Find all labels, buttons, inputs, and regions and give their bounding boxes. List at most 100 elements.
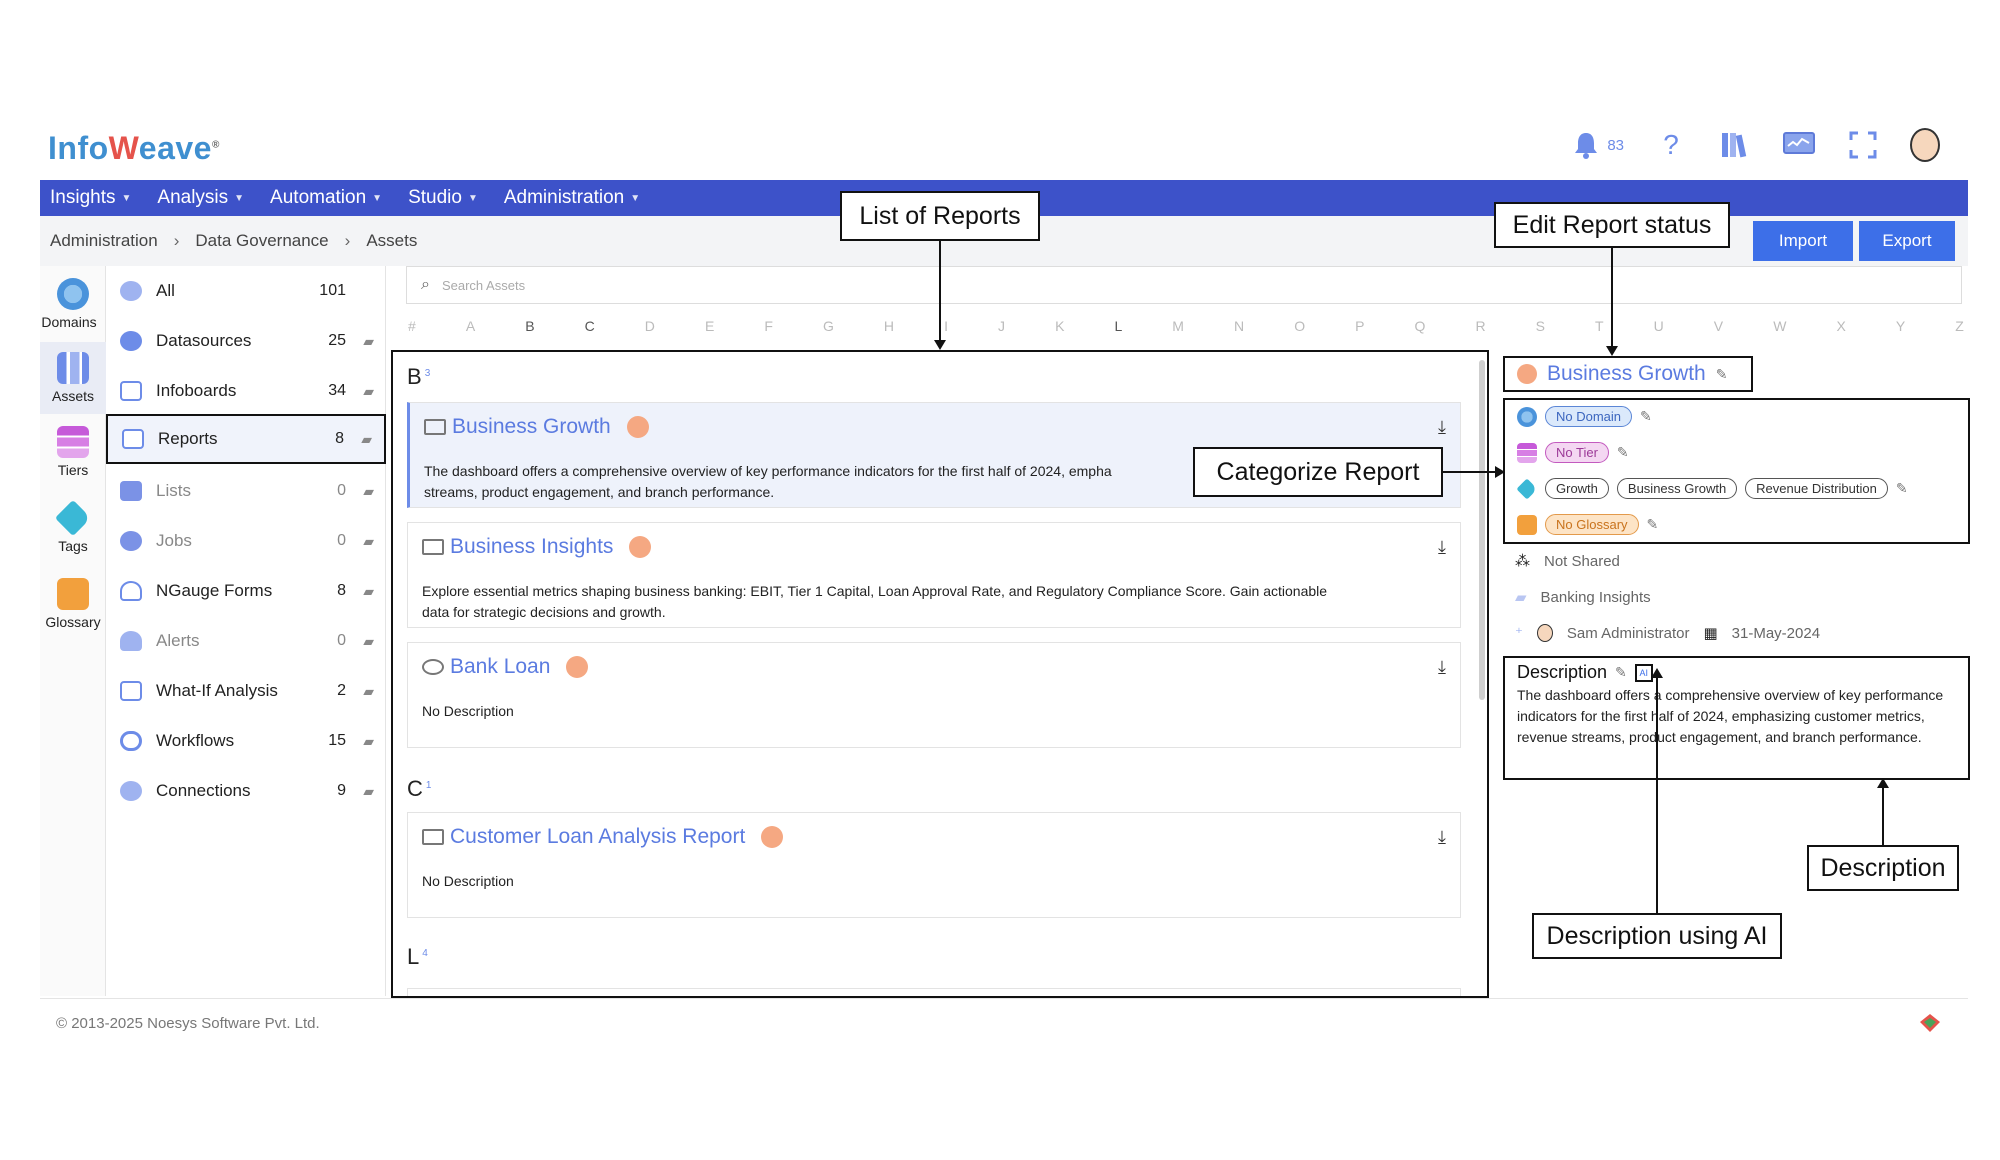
alphabet-letter[interactable]: J	[998, 318, 1005, 334]
report-card[interactable]	[407, 988, 1461, 996]
user-avatar[interactable]	[1910, 128, 1940, 162]
category-ngauge-forms[interactable]: NGauge Forms 8 ▰	[106, 566, 386, 616]
rail-domains[interactable]: Domains	[40, 278, 106, 342]
search-assets-input[interactable]: ⌕ Search Assets	[406, 266, 1962, 304]
alphabet-letter[interactable]: K	[1055, 318, 1064, 334]
alphabet-letter[interactable]: Q	[1415, 318, 1426, 334]
alphabet-letter[interactable]: V	[1714, 318, 1723, 334]
menu-analysis[interactable]: Analysis ▼	[157, 187, 244, 209]
category-jobs[interactable]: Jobs 0 ▰	[106, 516, 386, 566]
report-title[interactable]: Customer Loan Analysis Report	[450, 825, 745, 849]
report-title[interactable]: Business Insights	[450, 535, 613, 559]
alphabet-letter[interactable]: N	[1234, 318, 1244, 334]
report-title[interactable]: Bank Loan	[450, 655, 550, 679]
category-workflows[interactable]: Workflows 15 ▰	[106, 716, 386, 766]
alphabet-letter[interactable]: M	[1172, 318, 1184, 334]
folder-icon[interactable]: ▰	[363, 633, 374, 650]
folder-icon[interactable]: ▰	[363, 683, 374, 700]
category-connections[interactable]: Connections 9 ▰	[106, 766, 386, 816]
export-button[interactable]: Export	[1859, 221, 1955, 261]
report-title-row: Business Insights	[422, 535, 652, 559]
menu-insights[interactable]: Insights ▼	[50, 187, 131, 209]
notifications-button[interactable]: 83	[1569, 128, 1624, 162]
library-icon[interactable]	[1718, 128, 1752, 162]
breadcrumb-administration[interactable]: Administration	[50, 231, 158, 251]
folder-icon[interactable]: ▰	[363, 783, 374, 800]
alphabet-letter[interactable]: O	[1294, 318, 1305, 334]
category-datasources[interactable]: Datasources 25 ▰	[106, 316, 386, 366]
rail-assets[interactable]: Assets	[40, 342, 106, 414]
edit-pencil-icon[interactable]: ✎	[1896, 480, 1908, 497]
alphabet-letter[interactable]: D	[645, 318, 655, 334]
folder-icon[interactable]: ▰	[363, 333, 374, 350]
report-title-row: Customer Loan Analysis Report	[422, 825, 784, 849]
alphabet-letter[interactable]: I	[944, 318, 948, 334]
folder-icon[interactable]: ▰	[363, 733, 374, 750]
alphabet-letter[interactable]: H	[884, 318, 894, 334]
folder-icon[interactable]: ▰	[361, 431, 372, 448]
tag-chip[interactable]: Growth	[1545, 478, 1609, 499]
alphabet-letter[interactable]: S	[1536, 318, 1545, 334]
alphabet-letter[interactable]: C	[585, 318, 595, 334]
download-icon[interactable]: ⤓	[1438, 657, 1446, 678]
report-card[interactable]: Bank Loan ⤓ No Description	[407, 642, 1461, 748]
alphabet-letter[interactable]: Z	[1955, 318, 1964, 334]
list-scrollbar[interactable]	[1479, 360, 1485, 700]
folder-icon[interactable]: ▰	[363, 483, 374, 500]
alphabet-letter[interactable]: W	[1773, 318, 1786, 334]
alphabet-letter[interactable]: G	[823, 318, 834, 334]
search-icon: ⌕	[421, 276, 430, 293]
breadcrumb-data-governance[interactable]: Data Governance	[195, 231, 328, 251]
download-icon[interactable]: ⤓	[1438, 827, 1446, 848]
alphabet-letter[interactable]: Y	[1896, 318, 1905, 334]
rail-tiers[interactable]: Tiers	[40, 426, 106, 490]
app-logo[interactable]: InfoWeave®	[48, 130, 220, 167]
category-what-if-analysis[interactable]: What-If Analysis 2 ▰	[106, 666, 386, 716]
status-dot-icon[interactable]	[1517, 364, 1537, 384]
tag-chip[interactable]: Business Growth	[1616, 478, 1738, 499]
tag-chip[interactable]: Revenue Distribution	[1745, 478, 1888, 499]
edit-pencil-icon[interactable]: ✎	[1640, 408, 1652, 425]
fullscreen-icon[interactable]	[1846, 128, 1880, 162]
alphabet-letter[interactable]: P	[1355, 318, 1364, 334]
alphabet-letter[interactable]: F	[764, 318, 773, 334]
category-lists[interactable]: Lists 0 ▰	[106, 466, 386, 516]
category-all[interactable]: All 101	[106, 266, 386, 316]
alphabet-letter[interactable]: R	[1475, 318, 1485, 334]
help-icon[interactable]: ?	[1654, 128, 1688, 162]
edit-pencil-icon[interactable]: ✎	[1716, 366, 1728, 383]
menu-administration[interactable]: Administration ▼	[504, 187, 640, 209]
glossary-tag[interactable]: No Glossary	[1545, 514, 1639, 535]
rail-glossary[interactable]: Glossary	[40, 578, 106, 642]
edit-pencil-icon[interactable]: ✎	[1617, 444, 1629, 461]
category-infoboards[interactable]: Infoboards 34 ▰	[106, 366, 386, 416]
monitor-icon[interactable]	[1782, 128, 1816, 162]
folder-icon[interactable]: ▰	[363, 383, 374, 400]
alphabet-letter[interactable]: L	[1114, 318, 1122, 334]
report-card[interactable]: Business Insights ⤓ Explore essential me…	[407, 522, 1461, 628]
edit-pencil-icon[interactable]: ✎	[1647, 516, 1659, 533]
edit-pencil-icon[interactable]: ✎	[1615, 664, 1627, 681]
folder-icon[interactable]: ▰	[363, 583, 374, 600]
alphabet-letter[interactable]: #	[408, 318, 416, 334]
alphabet-letter[interactable]: X	[1836, 318, 1845, 334]
description-text: The dashboard offers a comprehensive ove…	[1517, 687, 1944, 745]
category-reports[interactable]: Reports 8 ▰	[106, 414, 386, 464]
menu-studio[interactable]: Studio ▼	[408, 187, 478, 209]
download-icon[interactable]: ⤓	[1438, 417, 1446, 438]
download-icon[interactable]: ⤓	[1438, 537, 1446, 558]
alphabet-letter[interactable]: B	[525, 318, 534, 334]
rail-tags[interactable]: Tags	[40, 499, 106, 566]
report-title[interactable]: Business Growth	[452, 415, 611, 439]
report-card[interactable]: Customer Loan Analysis Report ⤓ No Descr…	[407, 812, 1461, 918]
tier-tag[interactable]: No Tier	[1545, 442, 1609, 463]
alphabet-letter[interactable]: E	[705, 318, 714, 334]
menu-automation[interactable]: Automation ▼	[270, 187, 382, 209]
import-button[interactable]: Import	[1753, 221, 1853, 261]
category-alerts[interactable]: Alerts 0 ▰	[106, 616, 386, 666]
alphabet-letter[interactable]: U	[1654, 318, 1664, 334]
alphabet-letter[interactable]: A	[466, 318, 475, 334]
folder-icon[interactable]: ▰	[363, 533, 374, 550]
domain-tag[interactable]: No Domain	[1545, 406, 1633, 427]
alphabet-letter[interactable]: T	[1595, 318, 1604, 334]
